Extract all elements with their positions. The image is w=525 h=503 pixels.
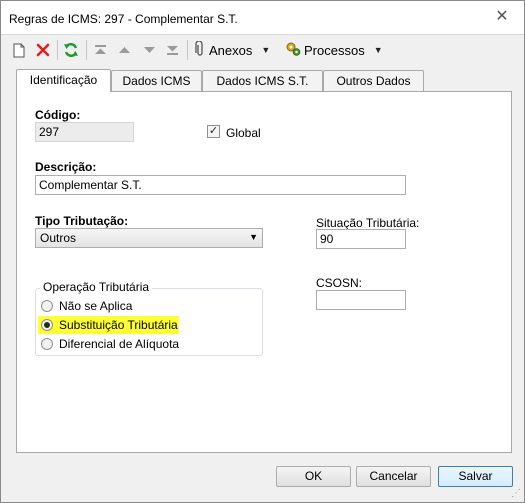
radio-nao-se-aplica[interactable]: Não se Aplica [41,297,132,315]
radio-diferencial-de-aliquota[interactable]: Diferencial de Alíquota [41,335,179,353]
move-up-icon[interactable] [116,39,132,61]
chevron-down-icon: ▼ [373,45,383,55]
descricao-field[interactable]: Complementar S.T. [35,175,406,195]
codigo-field[interactable]: 297 [35,122,134,142]
resize-grip-icon[interactable]: ⋰ [511,488,521,499]
title-bar: Regras de ICMS: 297 - Complementar S.T. … [1,1,524,35]
dialog-window: Regras de ICMS: 297 - Complementar S.T. … [0,0,525,503]
codigo-label: Código: [35,108,81,122]
radio-label: Diferencial de Alíquota [59,337,180,351]
tipo-tributacao-value: Outros [40,231,77,245]
chevron-down-icon: ▼ [249,232,258,242]
cancel-button[interactable]: Cancelar [356,466,431,487]
tipo-tributacao-label: Tipo Tributação: [35,214,129,228]
paperclip-icon [194,39,206,60]
toolbar: Anexos ▼ Processos ▼ [5,36,520,64]
radio-substituicao-tributaria[interactable]: Substituição Tributária [38,316,179,334]
descricao-label: Descrição: [35,160,97,174]
save-button[interactable]: Salvar [438,466,513,487]
radio-button[interactable] [41,319,53,331]
close-icon[interactable]: ✕ [494,9,510,25]
toolbar-separator [57,40,58,60]
situacao-tributaria-label: Situação Tributária: [316,216,420,230]
tab-outros-dados[interactable]: Outros Dados [323,70,424,92]
move-down-icon[interactable] [141,39,157,61]
global-checkbox[interactable]: ✓ [207,125,220,138]
csosn-label: CSOSN: [316,276,363,290]
radio-button[interactable] [41,338,53,350]
anexos-label: Anexos [209,42,253,58]
toolbar-separator [86,40,87,60]
toolbar-separator [187,40,188,60]
tab-dados-icms-st[interactable]: Dados ICMS S.T. [202,70,323,92]
move-last-icon[interactable] [164,39,180,61]
radio-label: Não se Aplica [59,299,133,313]
tab-dados-icms[interactable]: Dados ICMS [111,70,202,92]
chevron-down-icon: ▼ [261,45,271,55]
refresh-icon[interactable] [62,39,80,61]
operacao-tributaria-title: Operação Tributária [40,280,153,294]
anexos-menu-button[interactable]: Anexos ▼ [194,39,278,61]
gears-icon [285,41,301,60]
tab-panel-identificacao: Código: 297 ✓ Global Descrição: Compleme… [16,91,512,453]
processos-menu-button[interactable]: Processos ▼ [285,39,385,61]
global-label: Global [226,126,261,140]
situacao-tributaria-field[interactable]: 90 [316,229,406,249]
delete-icon[interactable] [35,39,51,61]
new-document-icon[interactable] [11,39,27,61]
ok-button[interactable]: OK [276,466,351,487]
csosn-field[interactable] [316,290,406,310]
move-first-icon[interactable] [92,39,108,61]
tab-identificacao[interactable]: Identificação [16,69,111,92]
window-title: Regras de ICMS: 297 - Complementar S.T. [9,12,238,26]
tipo-tributacao-select[interactable]: Outros ▼ [35,228,263,248]
radio-button[interactable] [41,300,53,312]
radio-label: Substituição Tributária [59,318,178,332]
processos-label: Processos [304,42,365,58]
